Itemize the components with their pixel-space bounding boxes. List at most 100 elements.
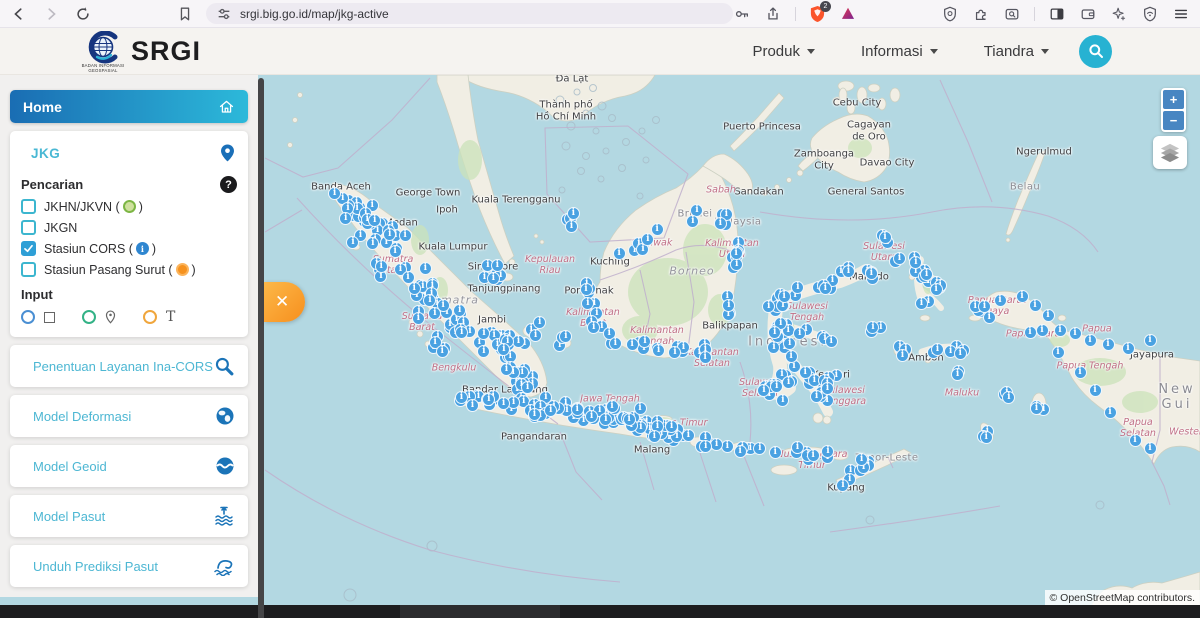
checkbox-jkgn[interactable]: JKGN: [21, 220, 237, 235]
sidebar-item-home[interactable]: Home: [10, 90, 248, 123]
cors-station-marker[interactable]: i: [623, 413, 636, 426]
cors-station-marker[interactable]: i: [399, 229, 412, 242]
reload-icon[interactable]: [74, 5, 92, 23]
cors-station-marker[interactable]: i: [1074, 366, 1087, 379]
cors-station-marker[interactable]: i: [994, 294, 1007, 307]
cors-station-marker[interactable]: i: [1104, 406, 1117, 419]
cors-station-marker[interactable]: i: [565, 220, 578, 233]
cors-station-marker[interactable]: i: [730, 247, 743, 260]
cors-station-marker[interactable]: i: [1036, 324, 1049, 337]
cors-station-marker[interactable]: i: [778, 290, 791, 303]
back-icon[interactable]: [10, 5, 28, 23]
cors-station-marker[interactable]: i: [821, 382, 834, 395]
draw-point-tool-radio[interactable]: [82, 310, 96, 324]
cors-station-marker[interactable]: i: [930, 283, 943, 296]
cors-station-marker[interactable]: i: [366, 237, 379, 250]
cors-station-marker[interactable]: i: [1102, 338, 1115, 351]
cors-station-marker[interactable]: i: [567, 207, 580, 220]
cors-station-marker[interactable]: i: [453, 304, 466, 317]
cors-station-marker[interactable]: i: [580, 283, 593, 296]
url-bar[interactable]: srgi.big.go.id/map/jkg-active: [206, 3, 733, 24]
menu-icon[interactable]: [1172, 5, 1190, 23]
cors-station-marker[interactable]: i: [980, 431, 993, 444]
rectangle-icon[interactable]: [44, 312, 55, 323]
help-button[interactable]: ?: [220, 176, 237, 193]
cors-station-marker[interactable]: i: [571, 403, 584, 416]
map-canvas[interactable]: Đà LạtThành phố Hồ Chí MinhKuala Terengg…: [0, 75, 1200, 618]
cors-station-marker[interactable]: i: [699, 351, 712, 364]
cors-station-marker[interactable]: i: [1069, 327, 1082, 340]
cors-station-marker[interactable]: i: [1054, 324, 1067, 337]
cors-station-marker[interactable]: i: [785, 350, 798, 363]
checkbox-stasiun-pasang-surut[interactable]: Stasiun Pasang Surut (): [21, 262, 237, 277]
big-logo[interactable]: BADAN INFORMASI GEOSPASIAL: [84, 31, 122, 71]
search-tab-icon[interactable]: [1003, 5, 1021, 23]
nav-item-tiandra[interactable]: Tiandra: [984, 43, 1049, 60]
cors-station-marker[interactable]: i: [842, 265, 855, 278]
header-search-button[interactable]: [1079, 35, 1112, 68]
draw-rectangle-tool-radio[interactable]: [21, 310, 35, 324]
zoom-in-button[interactable]: +: [1163, 90, 1184, 109]
sidebar-item-model-pasut[interactable]: Model Pasut: [10, 495, 248, 537]
cors-station-marker[interactable]: i: [626, 338, 639, 351]
cors-station-marker[interactable]: i: [1052, 346, 1065, 359]
cors-station-marker[interactable]: i: [915, 297, 928, 310]
pin-icon[interactable]: [105, 310, 116, 324]
sidebar-item-model-geoid[interactable]: Model Geoid: [10, 445, 248, 487]
cors-station-marker[interactable]: i: [896, 349, 909, 362]
cors-station-marker[interactable]: i: [807, 449, 820, 462]
brave-logo-icon[interactable]: [839, 5, 857, 23]
cors-station-marker[interactable]: i: [1024, 326, 1037, 339]
vpn-shield-icon[interactable]: [1141, 5, 1159, 23]
cors-station-marker[interactable]: i: [983, 311, 996, 324]
cors-station-marker[interactable]: i: [436, 345, 449, 358]
cors-station-marker[interactable]: i: [533, 316, 546, 329]
leo-ai-sparkle-icon[interactable]: [1110, 5, 1128, 23]
sidebar-collapse-button[interactable]: ✕: [264, 282, 305, 322]
share-icon[interactable]: [764, 5, 782, 23]
cors-station-marker[interactable]: i: [1042, 309, 1055, 322]
password-key-icon[interactable]: [733, 5, 751, 23]
nav-item-produk[interactable]: Produk: [752, 43, 815, 60]
cors-station-marker[interactable]: i: [931, 343, 944, 356]
checkbox-jkhn-jkvn[interactable]: JKHN/JKVN (): [21, 199, 237, 214]
sidebar-item-unduh-prediksi-pasut[interactable]: Unduh Prediksi Pasut: [10, 545, 248, 587]
cors-station-marker[interactable]: i: [412, 312, 425, 325]
cors-station-marker[interactable]: i: [606, 400, 619, 413]
cors-station-marker[interactable]: i: [1129, 434, 1142, 447]
cors-station-marker[interactable]: i: [734, 445, 747, 458]
cors-station-marker[interactable]: i: [879, 231, 892, 244]
sidebar-item-penentuan-layanan-ina-cors[interactable]: Penentuan Layanan Ina-CORS: [10, 345, 248, 387]
cors-station-marker[interactable]: i: [1030, 402, 1043, 415]
cors-station-marker[interactable]: i: [819, 282, 832, 295]
cors-station-marker[interactable]: i: [893, 252, 906, 265]
bookmark-icon[interactable]: [176, 5, 194, 23]
extensions-icon[interactable]: [972, 5, 990, 23]
cors-station-marker[interactable]: i: [1084, 334, 1097, 347]
forward-icon[interactable]: [42, 5, 60, 23]
cors-station-marker[interactable]: i: [648, 430, 661, 443]
cors-station-marker[interactable]: i: [375, 260, 388, 273]
nav-item-informasi[interactable]: Informasi: [861, 43, 938, 60]
cors-station-marker[interactable]: i: [487, 272, 500, 285]
cors-station-marker[interactable]: i: [791, 281, 804, 294]
checkbox-unchecked[interactable]: [21, 220, 36, 235]
cors-station-marker[interactable]: i: [1122, 342, 1135, 355]
cors-station-marker[interactable]: i: [368, 214, 381, 227]
cors-station-marker[interactable]: i: [651, 223, 664, 236]
cors-station-marker[interactable]: i: [770, 380, 783, 393]
checkbox-unchecked[interactable]: [21, 262, 36, 277]
cors-station-marker[interactable]: i: [408, 282, 421, 295]
checkbox-stasiun-cors[interactable]: Stasiun CORS (i): [21, 241, 237, 256]
cors-station-marker[interactable]: i: [389, 245, 402, 258]
sidebar-item-model-deformasi[interactable]: Model Deformasi: [10, 395, 248, 437]
cors-station-marker[interactable]: i: [768, 326, 781, 339]
cors-station-marker[interactable]: i: [1089, 384, 1102, 397]
sidebar-item-jkg[interactable]: JKG: [21, 140, 237, 170]
cors-station-marker[interactable]: i: [634, 402, 647, 415]
checkbox-checked[interactable]: [21, 241, 36, 256]
cors-station-marker[interactable]: i: [1144, 442, 1157, 455]
cors-station-marker[interactable]: i: [1144, 334, 1157, 347]
text-icon[interactable]: T: [166, 310, 175, 324]
cors-station-marker[interactable]: i: [482, 393, 495, 406]
